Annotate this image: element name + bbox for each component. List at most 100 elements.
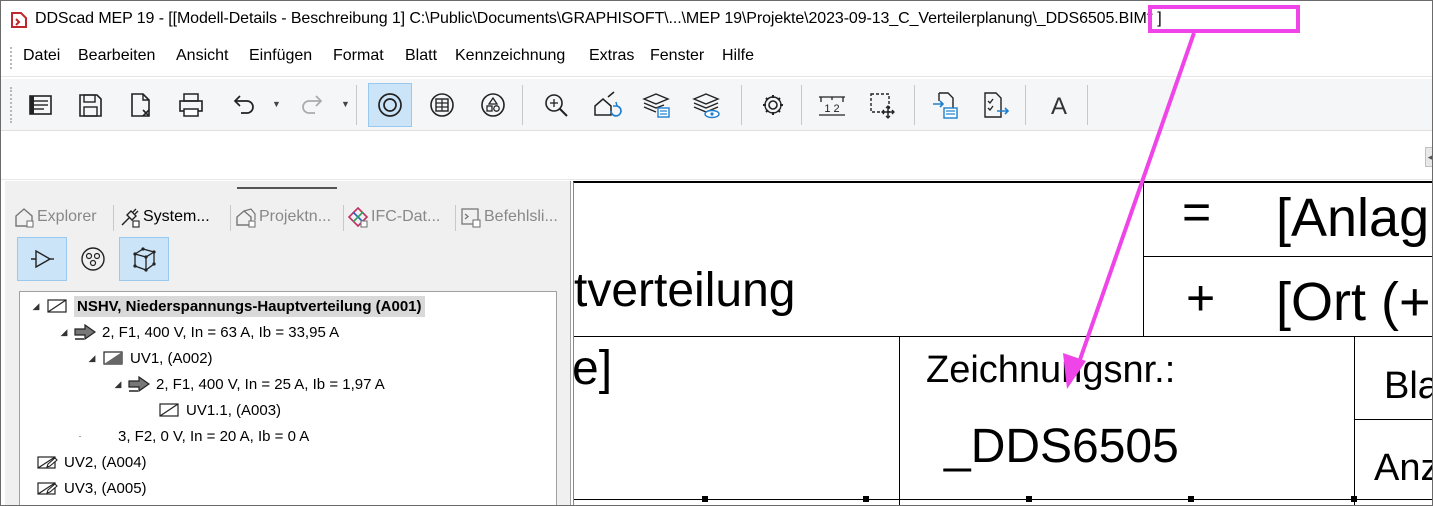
tree-item-nshv[interactable]: ◢ NSHV, Niederspannungs-Hauptverteilung … [30,294,425,318]
redo-dropdown-icon[interactable]: ▼ [341,99,350,109]
titleblock-line [1354,419,1432,420]
redo-button[interactable] [291,83,335,127]
menu-blatt[interactable]: Blatt [405,47,437,65]
tree-item-label: UV1.1, (A003) [186,401,282,419]
collapse-icon[interactable]: ◢ [58,327,70,338]
undo-button[interactable] [221,83,265,127]
menu-einfuegen[interactable]: Einfügen [249,47,312,65]
collapse-icon[interactable]: ◢ [86,353,98,364]
select-move-button[interactable] [860,83,904,127]
menu-grip[interactable] [10,47,14,69]
3d-cube-icon [133,247,156,272]
circuit-arrow-icon [128,376,150,392]
tab-ifc-daten[interactable]: IFC-Dat... [347,201,440,233]
circuit-view-button[interactable] [17,237,67,281]
numbering-label: 1 2 [824,103,839,115]
tab-explorer-label: Explorer [37,208,97,225]
export-list-button[interactable] [973,83,1017,127]
tree-item-label: 2, F1, 400 V, In = 63 A, Ib = 33,95 A [102,323,340,341]
menu-datei[interactable]: Datei [23,47,60,65]
tab-divider [113,205,114,231]
cable-view-button[interactable] [68,237,118,281]
toolbar-separator [741,85,742,125]
close-document-button[interactable] [118,83,162,127]
menu-extras[interactable]: Extras [589,47,634,65]
text-icon: A [1051,93,1067,120]
model-details-icon [29,95,52,115]
model-details-button[interactable] [18,83,62,127]
layers-eye-button[interactable] [684,83,728,127]
app-logo-icon [11,12,27,28]
toolbar-grip[interactable] [10,87,14,123]
command-list-icon [461,208,481,228]
drawing-canvas[interactable]: = [Anlag + [Ort (+ tverteilung e] Zeichn… [572,181,1432,505]
save-button[interactable] [68,83,112,127]
tree-item-uv3[interactable]: UV3, (A005) [36,476,147,500]
drawing-title-fragment: tverteilung [574,264,796,317]
cable-cross-section-icon [81,247,105,271]
distribution-board-icon [47,299,67,313]
grip-point[interactable] [702,496,708,502]
system-plug-icon [121,208,140,228]
undo-dropdown-icon[interactable]: ▼ [272,99,281,109]
import-button[interactable] [923,83,967,127]
tab-explorer[interactable]: Explorer [13,201,97,233]
drawing-number-value: _DDS6505 [944,420,1179,473]
settings-button[interactable] [751,83,795,127]
menu-format[interactable]: Format [333,47,384,65]
plant-prefix: = [1182,184,1212,240]
house-sync-button[interactable] [584,83,628,127]
panel-drag-handle[interactable] [237,187,337,189]
zoom-search-button[interactable] [534,83,578,127]
tree-item-label: UV2, (A004) [64,453,147,471]
window-title-path: DDScad MEP 19 - [[Modell-Details - Besch… [35,10,1037,27]
tree-item-uv1-1[interactable]: UV1.1, (A003) [142,398,281,422]
explorer-house-icon [15,208,34,228]
toolbar-separator [522,85,523,125]
text-tool-button[interactable]: A [1037,83,1081,127]
menu-hilfe[interactable]: Hilfe [722,47,754,65]
tab-divider [230,205,231,231]
tab-befehlsliste[interactable]: Befehlsli... [460,201,558,233]
location-designation: [Ort (+ [1276,272,1431,332]
3d-view-button[interactable] [119,237,169,281]
tree-item-circuit-f1-sub[interactable]: ◢ 2, F1, 400 V, In = 25 A, Ib = 1,97 A [112,372,385,396]
tree-item-uv2[interactable]: UV2, (A004) [36,450,147,474]
menu-ansicht[interactable]: Ansicht [176,47,228,65]
print-button[interactable] [169,83,213,127]
titleblock-line [1143,256,1432,257]
circle-view-icon [378,93,402,117]
circle-view-button[interactable] [368,83,412,127]
layers-list-button[interactable] [634,83,678,127]
menu-kennzeichnung[interactable]: Kennzeichnung [455,47,565,65]
close-document-icon [131,93,150,117]
collapse-icon[interactable]: ◢ [112,379,124,390]
layers-list-icon [642,93,670,118]
menu-fenster[interactable]: Fenster [650,47,704,65]
panel-view-icon [430,93,454,117]
menu-bearbeiten[interactable]: Bearbeiten [78,47,155,65]
symbols-button[interactable] [471,83,515,127]
numbering-button[interactable]: 1 2 [810,83,854,127]
titleblock-line [1143,183,1144,337]
ifc-logo-icon [347,206,369,228]
titleblock-line [899,336,900,505]
strip-scroll-button[interactable]: ◂ [1425,147,1432,167]
grip-point[interactable] [1188,496,1194,502]
tree-item-circuit-f2[interactable]: · 3, F2, 0 V, In = 20 A, Ib = 0 A [74,424,310,448]
grip-point[interactable] [1026,496,1032,502]
grip-point[interactable] [1351,496,1357,502]
panel-tabs: Explorer System... Projektn... IFC-Dat..… [5,201,571,235]
tab-system[interactable]: System... [119,201,210,233]
import-icon [933,92,958,119]
tree-item-uv1[interactable]: ◢ UV1, (A002) [86,346,213,370]
panel-view-button[interactable] [420,83,464,127]
tree-item-circuit-f1[interactable]: ◢ 2, F1, 400 V, In = 63 A, Ib = 33,95 A [58,320,340,344]
system-panel: Explorer System... Projektn... IFC-Dat..… [5,181,571,505]
grip-point[interactable] [863,496,869,502]
tab-projektnavigator[interactable]: Projektn... [235,201,331,233]
titleblock-line [1354,336,1355,505]
collapse-icon[interactable]: ◢ [30,301,42,312]
toolbar-separator [801,85,802,125]
titleblock-line [574,336,1432,337]
